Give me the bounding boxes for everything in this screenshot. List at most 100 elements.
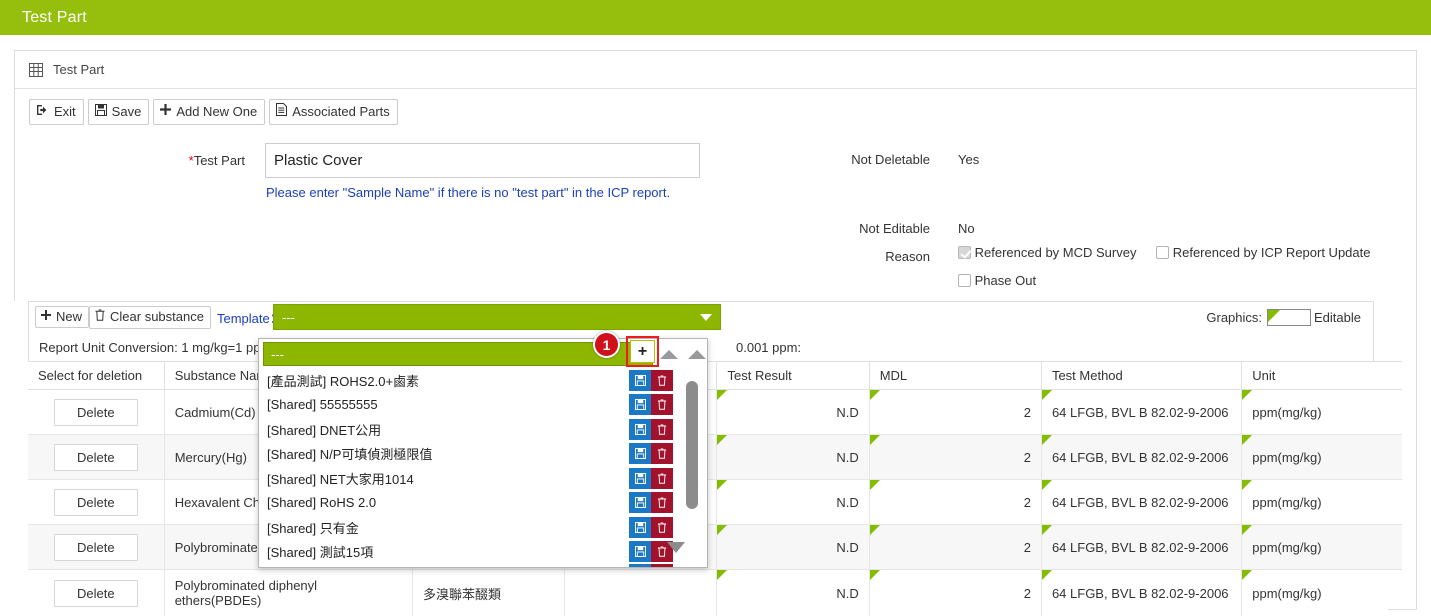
cell-test-result[interactable]: N.D [716,434,870,480]
save-template-icon[interactable] [629,492,651,514]
dropdown-item-partial[interactable] [259,564,707,567]
cell-mdl[interactable]: 2 [869,569,1042,616]
dropdown-item[interactable]: [Shared] DNET公用 [259,417,707,442]
checkbox-label-icp-report-update: Referenced by ICP Report Update [1172,245,1371,260]
cell-test-result[interactable]: N.D [716,524,870,570]
cell-substance-name-cn: 多溴聯苯醊類 [412,569,566,616]
delete-template-icon[interactable] [651,418,673,440]
column-header-unit[interactable]: Unit [1241,361,1402,390]
template-select[interactable]: --- [273,304,721,330]
checkbox-box-icp-report-update[interactable] [1156,246,1170,259]
clear-substance-button[interactable]: Clear substance [89,305,211,329]
delete-template-icon[interactable] [651,492,673,514]
template-search-value: --- [271,346,284,362]
page-title: Test Part [22,8,87,26]
save-template-icon[interactable] [629,394,651,416]
dropdown-item[interactable]: [Shared] RoHS 2.0 [259,491,707,516]
checkbox-box-phase-out[interactable] [958,274,971,287]
cell-mdl[interactable]: 2 [869,479,1042,525]
dropdown-item[interactable]: [Shared] N/P可填偵測極限值 [259,442,707,467]
checkbox-phase-out[interactable]: Phase Out [958,273,1036,288]
chevron-down-icon [700,313,712,321]
test-part-input[interactable] [265,143,700,178]
dropdown-scrollbar-thumb[interactable] [686,381,698,509]
cell-mdl[interactable]: 2 [869,434,1042,480]
dropdown-item[interactable]: [Shared] NET大家用1014 [259,466,707,491]
dropdown-item-label: [Shared] 55555555 [267,397,378,413]
dropdown-scrollbar[interactable] [685,373,699,555]
add-new-one-button[interactable]: Add New One [153,99,266,125]
delete-template-icon[interactable] [651,443,673,465]
new-substance-button[interactable]: New [35,306,90,328]
table-row: Delete Mercury(Hg) N.D 2 64 LFGB, BVL B … [28,434,1402,480]
panel-header: Test Part [15,51,1416,89]
delete-template-icon[interactable] [651,394,673,416]
checkbox-box-mcd-survey[interactable] [958,246,971,259]
add-template-button[interactable]: + [630,340,655,363]
move-up-arrow-icon-2[interactable] [688,350,706,359]
save-template-icon[interactable] [629,369,651,391]
cell-test-method[interactable]: 64 LFGB, BVL B 82.02-9-2006 [1041,569,1243,616]
save-template-icon[interactable] [629,443,651,465]
delete-row-button[interactable]: Delete [54,443,138,471]
save-button-label: Save [111,104,142,119]
not-editable-value: No [958,221,975,236]
scroll-down-arrow-icon[interactable] [667,542,685,553]
delete-row-button[interactable]: Delete [54,398,138,426]
plus-icon [41,309,51,324]
grid-icon [29,62,43,77]
delete-template-icon[interactable] [651,516,673,538]
exit-button[interactable]: Exit [29,99,84,125]
trash-icon [95,309,105,325]
dropdown-item[interactable]: [產品測試] ROHS2.0+鹵素 [259,368,707,393]
cell-test-result[interactable]: N.D [716,569,870,616]
delete-row-button[interactable]: Delete [54,488,138,516]
checkbox-label-mcd-survey: Referenced by MCD Survey [974,245,1137,260]
cell-test-method[interactable]: 64 LFGB, BVL B 82.02-9-2006 [1041,479,1243,525]
cell-test-method[interactable]: 64 LFGB, BVL B 82.02-9-2006 [1041,524,1243,570]
substance-table: Select for deletion Substance Name Test … [28,361,1402,616]
delete-row-button[interactable]: Delete [54,579,138,607]
associated-parts-button[interactable]: Associated Parts [269,99,398,125]
table-row: Delete Polybrominated diphenyl ethers(PB… [28,569,1402,616]
cell-extra [564,569,718,616]
template-dropdown-panel: --- [產品測試] ROHS2.0+鹵素 [Shared] 55555555 [258,338,708,568]
exit-button-label: Exit [54,104,76,119]
checkbox-referenced-by-mcd-survey[interactable]: Referenced by MCD Survey [958,245,1140,260]
application-window: Test Part Test Part Exit Save Add New On… [0,0,1431,616]
cell-test-result[interactable]: N.D [716,479,870,525]
cell-unit[interactable]: ppm(mg/kg) [1241,389,1402,435]
test-part-form: *Test Part Please enter "Sample Name" if… [15,125,1416,300]
cell-unit[interactable]: ppm(mg/kg) [1241,524,1402,570]
cell-mdl[interactable]: 2 [869,524,1042,570]
save-template-icon[interactable] [629,564,651,567]
delete-row-button[interactable]: Delete [54,533,138,561]
column-header-test-method[interactable]: Test Method [1041,361,1243,390]
delete-template-icon[interactable] [651,564,673,567]
cell-unit[interactable]: ppm(mg/kg) [1241,569,1402,616]
save-template-icon[interactable] [629,516,651,538]
save-template-icon[interactable] [629,467,651,489]
cell-unit[interactable]: ppm(mg/kg) [1241,479,1402,525]
cell-mdl[interactable]: 2 [869,389,1042,435]
cell-unit[interactable]: ppm(mg/kg) [1241,434,1402,480]
checkbox-referenced-by-icp-report-update[interactable]: Referenced by ICP Report Update [1156,245,1370,260]
cell-select-for-deletion: Delete [28,434,165,480]
save-button[interactable]: Save [87,99,150,125]
reason-label: Reason [885,249,930,264]
save-template-icon[interactable] [629,541,651,563]
exit-icon [36,104,49,120]
delete-template-icon[interactable] [651,467,673,489]
column-header-mdl[interactable]: MDL [869,361,1042,390]
column-header-test-result[interactable]: Test Result [716,361,870,390]
cell-test-method[interactable]: 64 LFGB, BVL B 82.02-9-2006 [1041,434,1243,480]
save-template-icon[interactable] [629,418,651,440]
dropdown-item[interactable]: [Shared] 只有金 [259,515,707,540]
dropdown-item[interactable]: [Shared] 55555555 [259,393,707,418]
dropdown-item[interactable]: [Shared] 測試15項 [259,540,707,565]
delete-template-icon[interactable] [651,369,673,391]
move-up-arrow-icon[interactable] [660,350,678,359]
cell-test-method[interactable]: 64 LFGB, BVL B 82.02-9-2006 [1041,389,1243,435]
cell-test-result[interactable]: N.D [716,389,870,435]
column-header-select-for-deletion[interactable]: Select for deletion [28,361,165,390]
